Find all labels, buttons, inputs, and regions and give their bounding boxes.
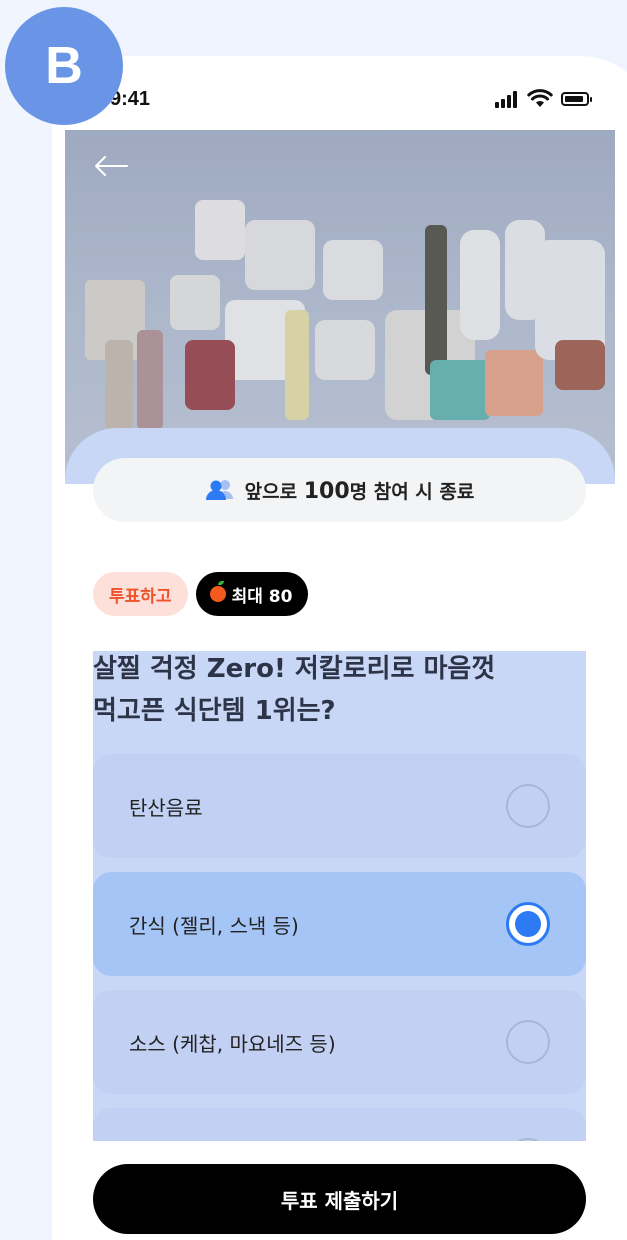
question-line-2: 먹고픈 식단템 1위는? [93,696,336,726]
battery-icon [561,92,589,106]
option-label: 소스 (케찹, 마요네즈 등) [129,1031,336,1056]
phone-frame: 9:41 앞으로 100명 참여 시 종료 투표하고 최대 80 살찔 걱정 Z… [52,56,627,1240]
option-label: 간식 (젤리, 스낵 등) [129,913,299,938]
variant-badge: B [5,7,123,125]
participants-count: 100 [303,478,350,504]
option-partial[interactable] [93,1108,586,1141]
battery-cap [590,97,592,102]
radio-unchecked-icon[interactable] [506,1138,550,1141]
variant-badge-letter: B [45,37,83,95]
wifi-icon [527,89,553,107]
people-icon [205,480,233,500]
max-reward-tag: 최대 80 [195,572,309,616]
participants-prefix: 앞으로 [244,480,298,503]
participants-suffix: 명 참여 시 종료 [349,480,475,503]
max-reward-label: 최대 80 [231,586,293,607]
question-line-1: 살찔 걱정 Zero! 저칼로리로 마음껏 [93,654,496,684]
option-sauce[interactable]: 소스 (케찹, 마요네즈 등) [93,990,586,1094]
reward-tags: 투표하고 최대 80 [93,572,309,616]
radio-unchecked-icon[interactable] [506,1020,550,1064]
option-label: 탄산음료 [129,795,203,820]
apple-icon [209,581,226,602]
option-soda[interactable]: 탄산음료 [93,754,586,858]
participants-pill: 앞으로 100명 참여 시 종료 [93,458,586,522]
participants-text: 앞으로 100명 참여 시 종료 [245,477,475,504]
radio-unchecked-icon[interactable] [506,784,550,828]
status-icons [495,89,595,108]
submit-vote-button[interactable]: 투표 제출하기 [93,1164,586,1234]
radio-checked-icon[interactable] [506,902,550,946]
question-title: 살찔 걱정 Zero! 저칼로리로 마음껏 먹고픈 식단템 1위는? [93,648,586,732]
vote-tag: 투표하고 [93,572,188,616]
background-strip [0,0,52,1240]
status-bar: 9:41 [52,56,627,130]
option-snack[interactable]: 간식 (젤리, 스낵 등) [93,872,586,976]
back-arrow-icon[interactable] [93,154,129,178]
